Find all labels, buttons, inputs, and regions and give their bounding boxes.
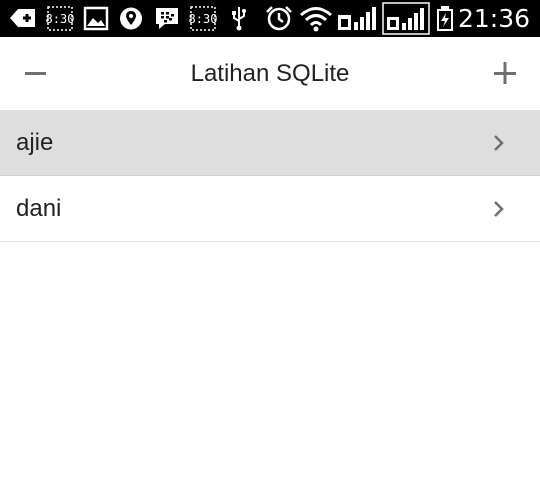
add-button[interactable] xyxy=(486,54,524,92)
usb-icon xyxy=(232,7,246,31)
page-title: Latihan SQLite xyxy=(190,60,350,87)
status-time: 21:36 xyxy=(457,4,530,33)
alarm-icon xyxy=(266,6,292,31)
battery-charging-icon xyxy=(437,6,453,31)
gallery-icon xyxy=(83,6,109,31)
data-list: ajie dani xyxy=(0,110,540,242)
signal-icon xyxy=(338,7,376,30)
action-bar: Latihan SQLite xyxy=(0,37,540,110)
list-item-label: dani xyxy=(16,195,62,222)
list-item-label: ajie xyxy=(16,129,54,156)
signal-icon xyxy=(382,2,430,35)
chevron-right-icon xyxy=(494,135,504,151)
clock-widget-icon: 8:30 xyxy=(189,6,217,31)
clock-widget-icon: 8:30 xyxy=(46,6,74,31)
maps-icon xyxy=(120,7,142,30)
bbm-icon xyxy=(156,8,178,29)
chevron-right-icon xyxy=(494,201,504,217)
list-item[interactable]: dani xyxy=(0,176,540,242)
wifi-icon xyxy=(300,7,332,32)
add-message-icon xyxy=(10,9,35,27)
list-item[interactable]: ajie xyxy=(0,110,540,176)
status-bar: 8:30 8:30 21:36 xyxy=(0,0,540,37)
plus-icon xyxy=(494,62,516,84)
svg-text:8:30: 8:30 xyxy=(189,12,217,26)
svg-text:8:30: 8:30 xyxy=(46,12,74,26)
